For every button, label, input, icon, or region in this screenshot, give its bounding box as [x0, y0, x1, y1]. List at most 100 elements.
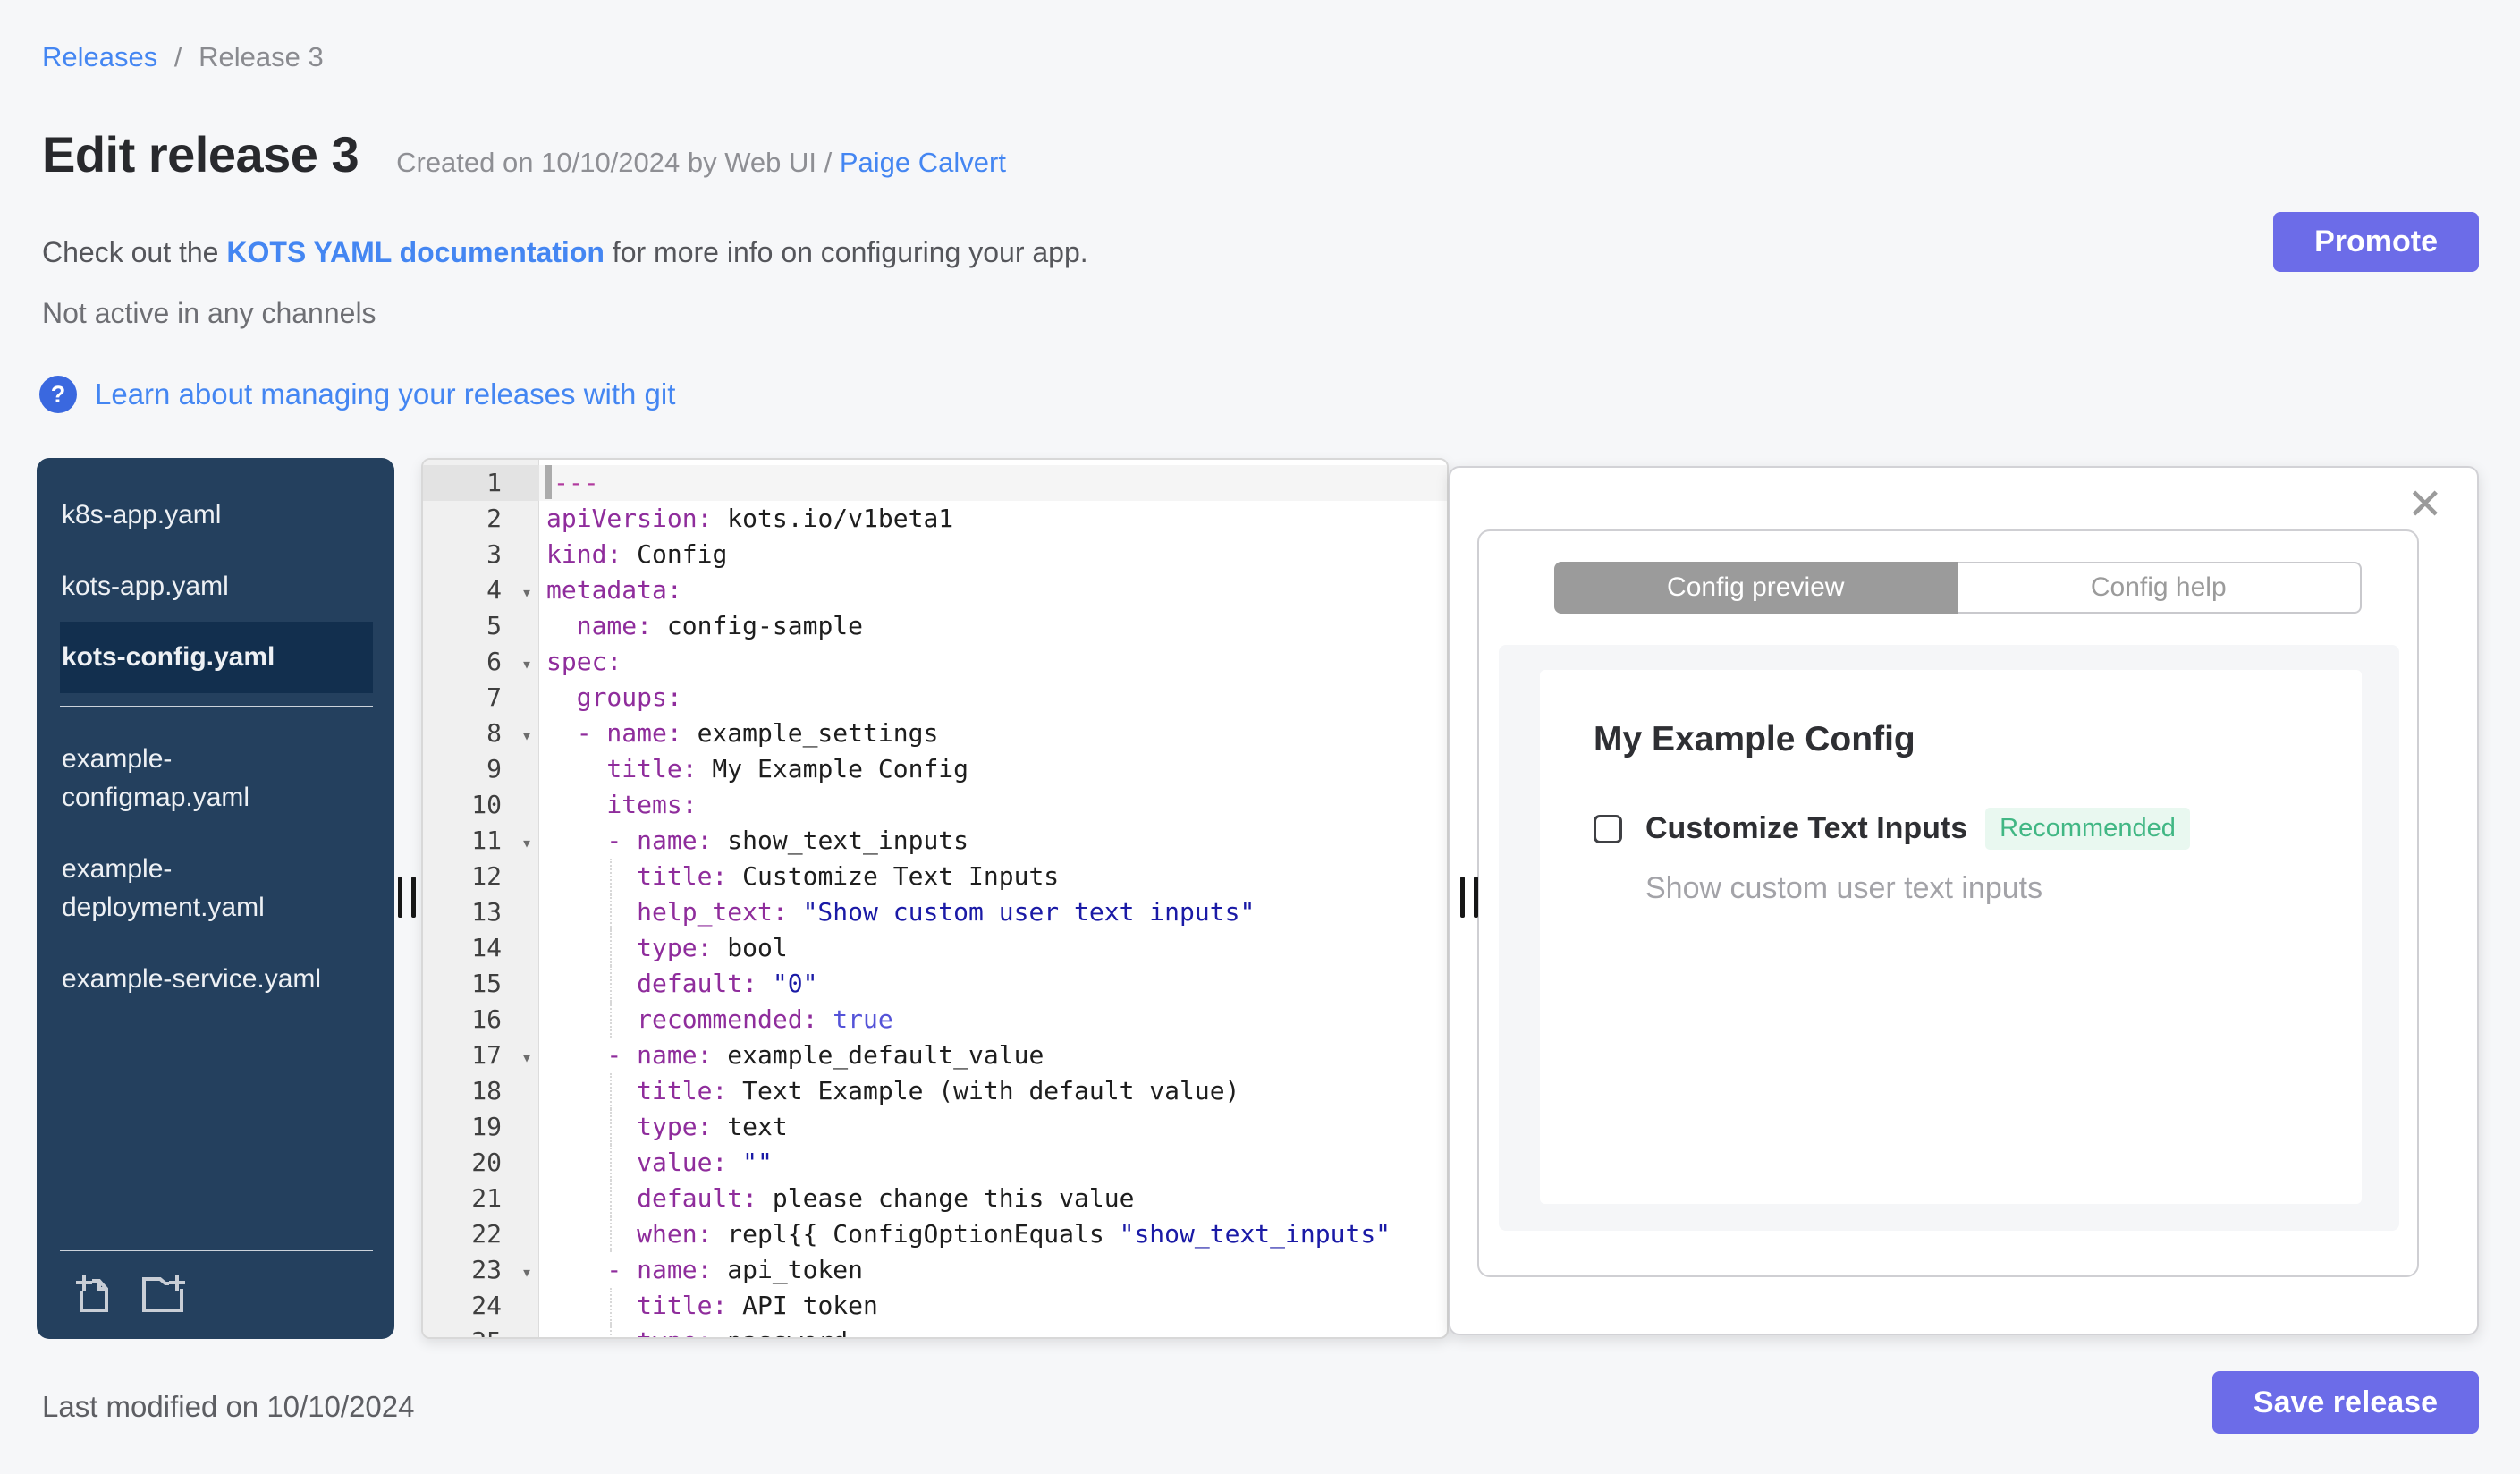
sidebar-item-kots-config.yaml[interactable]: kots-config.yaml	[60, 622, 373, 693]
resize-handle-right[interactable]	[1460, 877, 1482, 918]
doc-line: Check out the KOTS YAML documentation fo…	[42, 236, 1088, 269]
code-content: type: bool	[539, 930, 1447, 966]
editor-line-24[interactable]: 24 title: API token	[423, 1288, 1447, 1324]
new-folder-icon[interactable]	[139, 1271, 189, 1316]
code-content: - name: example_default_value	[539, 1038, 1447, 1073]
sidebar-item-example-deployment.yaml[interactable]: example-deployment.yaml	[60, 834, 373, 944]
sidebar-item-k8s-app.yaml[interactable]: k8s-app.yaml	[60, 479, 373, 551]
config-preview-inset: My Example Config Customize Text Inputs …	[1499, 645, 2399, 1231]
code-content: title: Text Example (with default value)	[539, 1073, 1447, 1109]
close-icon[interactable]: ✕	[2407, 484, 2443, 527]
line-number: 18	[423, 1073, 539, 1109]
editor-line-13[interactable]: 13 help_text: "Show custom user text inp…	[423, 894, 1447, 930]
line-number: 1	[423, 465, 539, 501]
editor-line-11[interactable]: 11▾ - name: show_text_inputs	[423, 823, 1447, 859]
resize-handle-left[interactable]	[398, 877, 419, 918]
code-content: title: API token	[539, 1288, 1447, 1324]
promote-button[interactable]: Promote	[2273, 212, 2479, 272]
line-number: 14	[423, 930, 539, 966]
channel-status: Not active in any channels	[42, 297, 376, 330]
code-content: type: password	[539, 1324, 1447, 1339]
tab-config-help[interactable]: Config help	[1958, 562, 2363, 614]
line-number: 15	[423, 966, 539, 1002]
fold-arrow-icon[interactable]: ▾	[521, 1254, 532, 1290]
editor-line-15[interactable]: 15 default: "0"	[423, 966, 1447, 1002]
editor-line-16[interactable]: 16 recommended: true	[423, 1002, 1447, 1038]
tab-config-preview[interactable]: Config preview	[1554, 562, 1958, 614]
code-content: metadata:	[539, 572, 1447, 608]
line-number: 3	[423, 537, 539, 572]
kots-yaml-doc-link[interactable]: KOTS YAML documentation	[226, 236, 605, 268]
line-number: 12	[423, 859, 539, 894]
line-number: 9	[423, 751, 539, 787]
editor-line-2[interactable]: 2apiVersion: kots.io/v1beta1	[423, 501, 1447, 537]
doc-prefix: Check out the	[42, 236, 226, 268]
editor-line-6[interactable]: 6▾spec:	[423, 644, 1447, 680]
question-circle-icon[interactable]: ?	[39, 376, 77, 413]
editor-line-3[interactable]: 3kind: Config	[423, 537, 1447, 572]
breadcrumb: Releases / Release 3	[42, 41, 324, 73]
line-number: 21	[423, 1181, 539, 1216]
code-content: spec:	[539, 644, 1447, 680]
save-release-button[interactable]: Save release	[2212, 1371, 2479, 1434]
fold-arrow-icon[interactable]: ▾	[521, 717, 532, 753]
sidebar-item-example-configmap.yaml[interactable]: example-configmap.yaml	[60, 724, 373, 834]
line-number: 20	[423, 1145, 539, 1181]
editor-line-9[interactable]: 9 title: My Example Config	[423, 751, 1447, 787]
customize-text-inputs-checkbox[interactable]	[1594, 815, 1622, 843]
sidebar-item-kots-app.yaml[interactable]: kots-app.yaml	[60, 551, 373, 623]
editor-line-8[interactable]: 8▾ - name: example_settings	[423, 716, 1447, 751]
editor-line-17[interactable]: 17▾ - name: example_default_value	[423, 1038, 1447, 1073]
sidebar-item-example-service.yaml[interactable]: example-service.yaml	[60, 944, 373, 1015]
editor-line-14[interactable]: 14 type: bool	[423, 930, 1447, 966]
code-content: title: Customize Text Inputs	[539, 859, 1447, 894]
code-content: when: repl{{ ConfigOptionEquals "show_te…	[539, 1216, 1447, 1252]
line-number: 10	[423, 787, 539, 823]
sidebar-footer	[37, 1250, 394, 1339]
code-content: value: ""	[539, 1145, 1447, 1181]
editor-line-10[interactable]: 10 items:	[423, 787, 1447, 823]
editor-line-23[interactable]: 23▾ - name: api_token	[423, 1252, 1447, 1288]
preview-tabbar: Config previewConfig help	[1554, 562, 2362, 614]
config-item-help: Show custom user text inputs	[1645, 871, 2308, 906]
editor-line-21[interactable]: 21 default: please change this value	[423, 1181, 1447, 1216]
code-content: apiVersion: kots.io/v1beta1	[539, 501, 1447, 537]
git-releases-link[interactable]: Learn about managing your releases with …	[95, 377, 675, 411]
editor-line-4[interactable]: 4▾metadata:	[423, 572, 1447, 608]
fold-arrow-icon[interactable]: ▾	[521, 574, 532, 610]
yaml-editor[interactable]: 1---2apiVersion: kots.io/v1beta13kind: C…	[421, 458, 1449, 1339]
doc-suffix: for more info on configuring your app.	[605, 236, 1088, 268]
fold-arrow-icon[interactable]: ▾	[521, 825, 532, 860]
breadcrumb-releases-link[interactable]: Releases	[42, 41, 157, 72]
git-help-row: ? Learn about managing your releases wit…	[39, 376, 675, 413]
editor-line-5[interactable]: 5 name: config-sample	[423, 608, 1447, 644]
editor-line-12[interactable]: 12 title: Customize Text Inputs	[423, 859, 1447, 894]
editor-line-22[interactable]: 22 when: repl{{ ConfigOptionEquals "show…	[423, 1216, 1447, 1252]
sidebar-file-list-top: k8s-app.yamlkots-app.yamlkots-config.yam…	[37, 458, 394, 693]
new-file-icon[interactable]	[72, 1271, 117, 1316]
page-title: Edit release 3	[42, 125, 359, 183]
breadcrumb-current: Release 3	[199, 41, 324, 72]
code-content: help_text: "Show custom user text inputs…	[539, 894, 1447, 930]
editor-line-19[interactable]: 19 type: text	[423, 1109, 1447, 1145]
line-number: 23▾	[423, 1252, 539, 1288]
editor-line-18[interactable]: 18 title: Text Example (with default val…	[423, 1073, 1447, 1109]
line-number: 16	[423, 1002, 539, 1038]
editor-line-1[interactable]: 1---	[423, 465, 1447, 501]
editor-line-20[interactable]: 20 value: ""	[423, 1145, 1447, 1181]
code-content: title: My Example Config	[539, 751, 1447, 787]
created-author-link[interactable]: Paige Calvert	[840, 147, 1006, 178]
code-content: default: please change this value	[539, 1181, 1447, 1216]
code-content: default: "0"	[539, 966, 1447, 1002]
line-number: 17▾	[423, 1038, 539, 1073]
config-panel-card: Config previewConfig help My Example Con…	[1477, 529, 2419, 1277]
line-number: 5	[423, 608, 539, 644]
fold-arrow-icon[interactable]: ▾	[521, 646, 532, 682]
editor-line-7[interactable]: 7 groups:	[423, 680, 1447, 716]
code-content: - name: example_settings	[539, 716, 1447, 751]
config-item-row: Customize Text Inputs Recommended	[1594, 808, 2308, 850]
fold-arrow-icon[interactable]: ▾	[521, 1039, 532, 1075]
edit-release-page: Releases / Release 3 Edit release 3 Crea…	[0, 0, 2520, 1474]
line-number: 7	[423, 680, 539, 716]
editor-line-25[interactable]: 25 type: password	[423, 1324, 1447, 1339]
